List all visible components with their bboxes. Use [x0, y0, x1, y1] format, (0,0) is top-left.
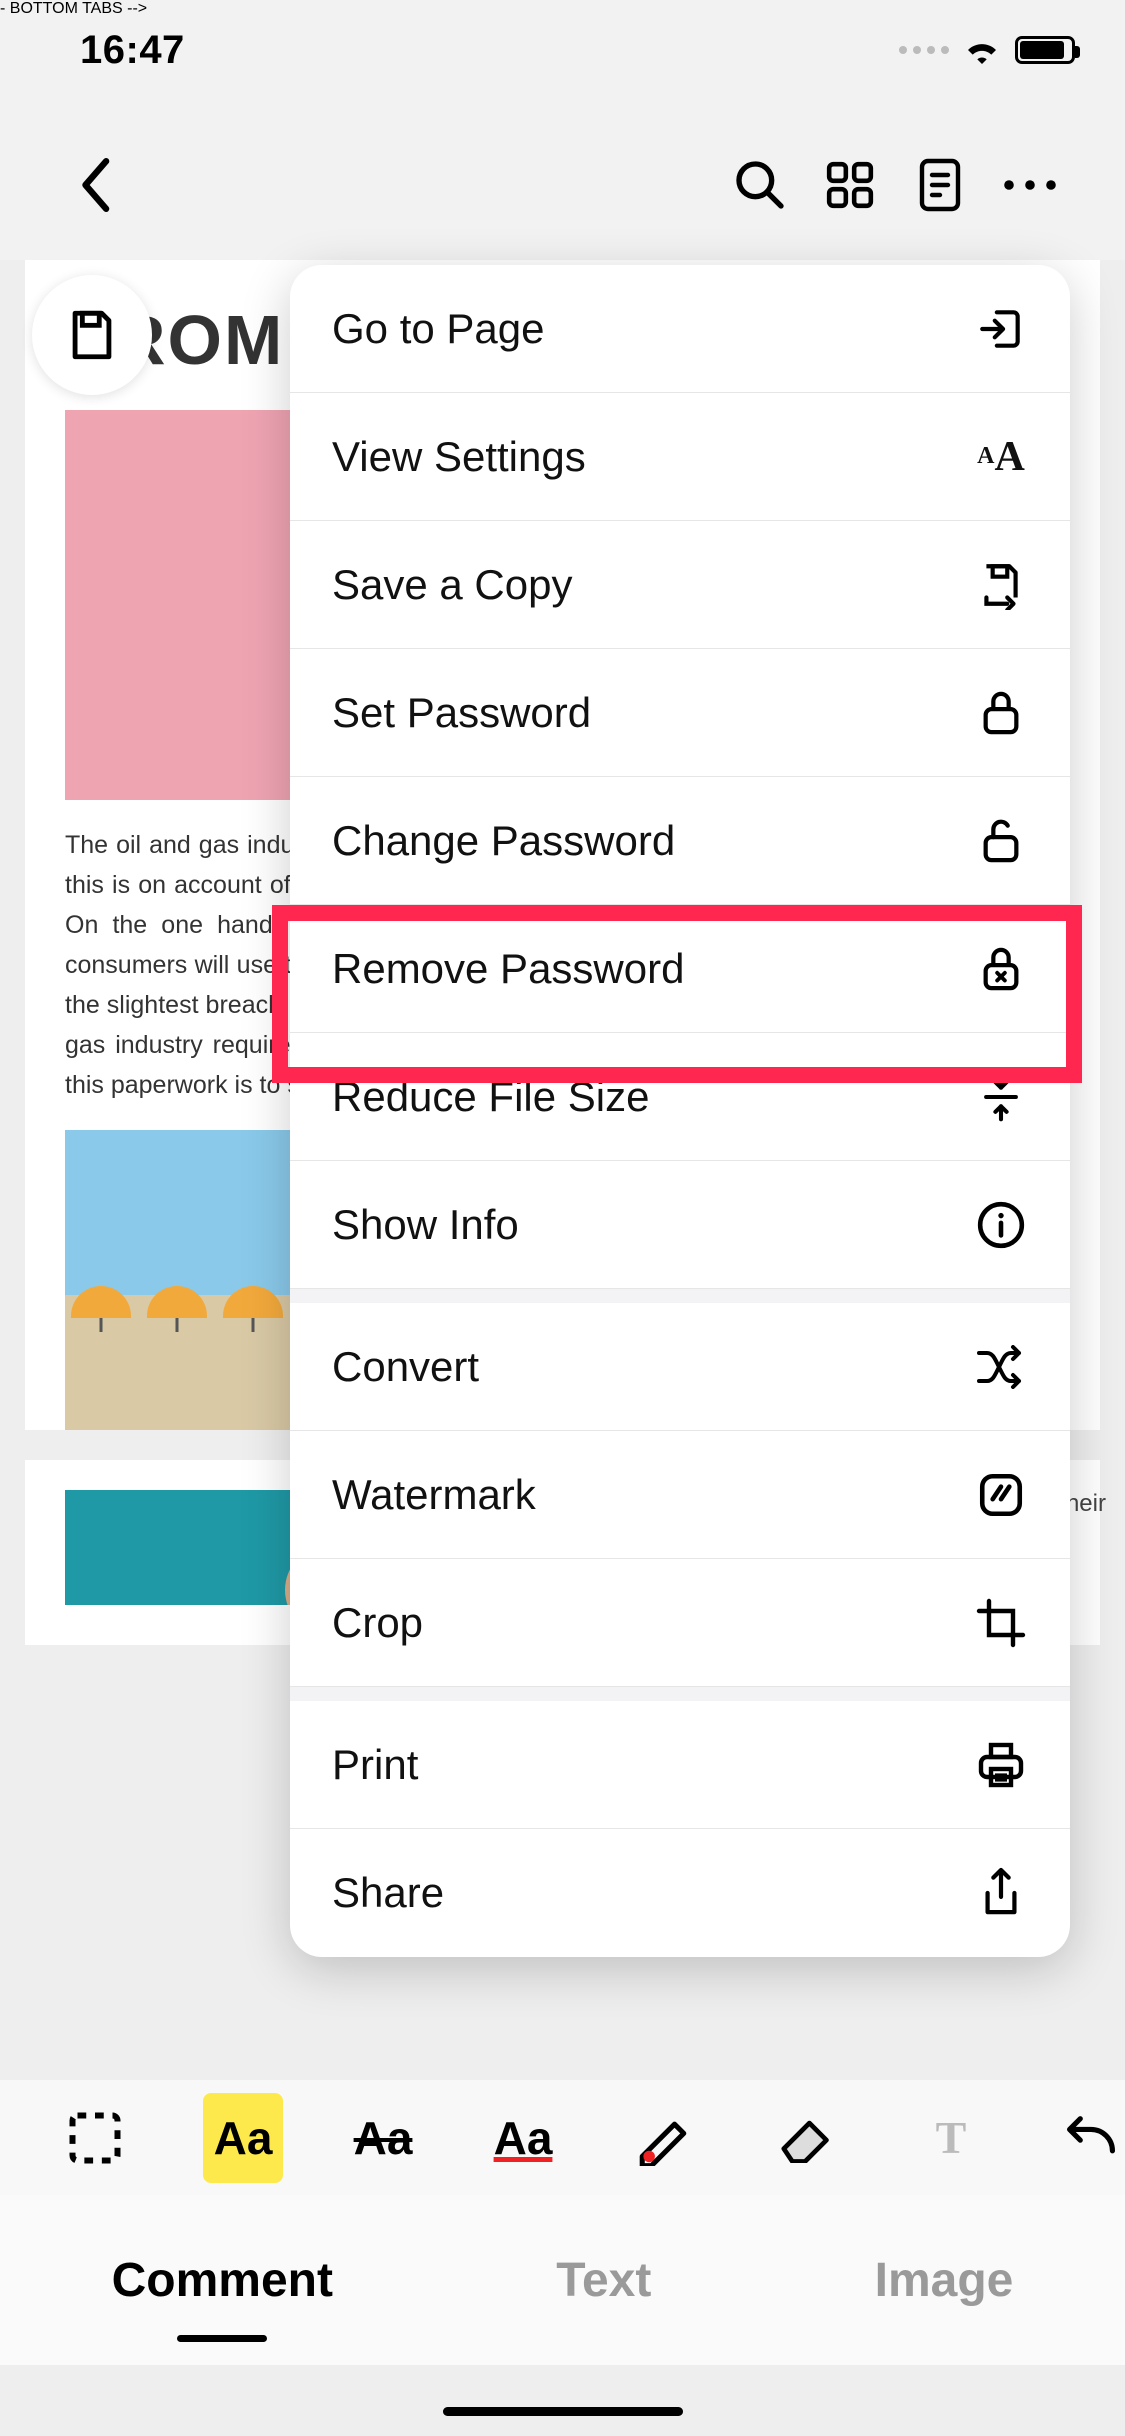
home-indicator — [443, 2407, 683, 2416]
menu-item-label: Watermark — [332, 1471, 536, 1519]
menu-item-go-to-page[interactable]: Go to Page — [290, 265, 1070, 393]
menu-item-view-settings[interactable]: View Settings AA — [290, 393, 1070, 521]
bottom-tabs: Comment Text Image — [0, 2195, 1125, 2365]
eraser-icon — [771, 2113, 835, 2163]
status-time: 16:47 — [50, 28, 185, 73]
menu-item-label: Crop — [332, 1599, 423, 1647]
view-grid-button[interactable] — [805, 160, 895, 210]
lock-remove-icon — [974, 942, 1028, 996]
save-export-icon — [974, 558, 1028, 612]
more-icon — [1000, 178, 1060, 192]
menu-item-watermark[interactable]: Watermark — [290, 1431, 1070, 1559]
menu-item-label: Share — [332, 1869, 444, 1917]
menu-item-change-password[interactable]: Change Password — [290, 777, 1070, 905]
menu-item-reduce-size[interactable]: Reduce File Size — [290, 1033, 1070, 1161]
highlight-button[interactable]: Aa — [203, 2093, 283, 2183]
grid-icon — [825, 160, 875, 210]
menu-item-label: Change Password — [332, 817, 675, 865]
lock-icon — [974, 686, 1028, 740]
text-cursor-label: T — [936, 2111, 967, 2164]
tab-image[interactable]: Image — [845, 2233, 1044, 2328]
text-size-icon: AA — [974, 430, 1028, 484]
menu-item-label: View Settings — [332, 433, 586, 481]
menu-item-share[interactable]: Share — [290, 1829, 1070, 1957]
eraser-button[interactable] — [733, 2093, 873, 2183]
highlight-label: Aa — [214, 2111, 273, 2165]
cellular-signal-icon — [899, 46, 949, 54]
menu-separator — [290, 1289, 1070, 1303]
tab-comment[interactable]: Comment — [82, 2233, 363, 2328]
shuffle-icon — [974, 1340, 1028, 1394]
menu-item-show-info[interactable]: Show Info — [290, 1161, 1070, 1289]
underline-button[interactable]: Aa — [453, 2093, 593, 2183]
pen-icon — [633, 2110, 693, 2166]
printer-icon — [974, 1738, 1028, 1792]
menu-item-label: Show Info — [332, 1201, 519, 1249]
more-button[interactable] — [985, 178, 1075, 192]
pen-button[interactable] — [593, 2093, 733, 2183]
wifi-icon — [963, 36, 1001, 64]
search-icon — [732, 157, 788, 213]
battery-icon — [1015, 36, 1075, 64]
tab-text[interactable]: Text — [526, 2233, 681, 2328]
enter-icon — [974, 302, 1028, 356]
outline-icon — [915, 157, 965, 213]
menu-item-print[interactable]: Print — [290, 1701, 1070, 1829]
format-toolbar: Aa Aa Aa T — [0, 2080, 1125, 2195]
undo-button[interactable] — [1021, 2093, 1125, 2183]
menu-item-label: Save a Copy — [332, 561, 572, 609]
menu-item-label: Convert — [332, 1343, 479, 1391]
selection-icon — [65, 2108, 125, 2168]
underline-label: Aa — [494, 2111, 553, 2165]
strikethrough-button[interactable]: Aa — [313, 2093, 453, 2183]
info-icon — [974, 1198, 1028, 1252]
top-toolbar — [0, 125, 1125, 245]
menu-item-label: Go to Page — [332, 305, 544, 353]
menu-separator — [290, 1687, 1070, 1701]
text-cursor-button[interactable]: T — [881, 2093, 1021, 2183]
overflow-menu: Go to Page View Settings AA Save a Copy … — [290, 265, 1070, 1957]
save-icon — [63, 306, 121, 364]
menu-item-label: Reduce File Size — [332, 1073, 649, 1121]
menu-item-label: Set Password — [332, 689, 591, 737]
strike-label: Aa — [354, 2111, 413, 2165]
status-icons — [899, 36, 1075, 64]
menu-item-remove-password[interactable]: Remove Password — [290, 905, 1070, 1033]
select-area-button[interactable] — [25, 2093, 165, 2183]
menu-item-save-copy[interactable]: Save a Copy — [290, 521, 1070, 649]
menu-item-crop[interactable]: Crop — [290, 1559, 1070, 1687]
menu-item-label: Remove Password — [332, 945, 684, 993]
undo-icon — [1061, 2115, 1121, 2161]
menu-item-label: Print — [332, 1741, 418, 1789]
share-icon — [974, 1866, 1028, 1920]
save-floating-button[interactable] — [32, 275, 152, 395]
back-button[interactable] — [50, 158, 140, 212]
menu-item-set-password[interactable]: Set Password — [290, 649, 1070, 777]
outline-button[interactable] — [895, 157, 985, 213]
stamp-icon — [974, 1468, 1028, 1522]
search-button[interactable] — [715, 157, 805, 213]
menu-item-convert[interactable]: Convert — [290, 1303, 1070, 1431]
status-bar: 16:47 — [0, 0, 1125, 100]
unlock-icon — [974, 814, 1028, 868]
crop-icon — [974, 1596, 1028, 1650]
compress-icon — [974, 1070, 1028, 1124]
